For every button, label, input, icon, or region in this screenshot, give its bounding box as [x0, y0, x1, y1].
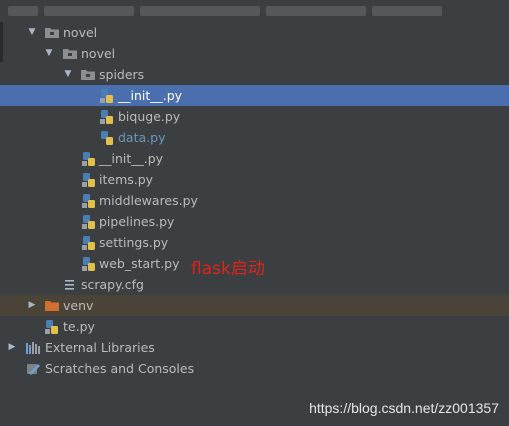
tree-item-venv[interactable]: ▶ venv: [0, 295, 509, 316]
chevron-right-icon[interactable]: ▶: [25, 295, 39, 316]
tree-item-items[interactable]: items.py: [0, 169, 509, 190]
library-icon: [26, 342, 40, 354]
tree-item-label: items.py: [99, 172, 154, 187]
python-file-icon: [82, 215, 95, 229]
tree-item-label: Scratches and Consoles: [45, 361, 195, 376]
tree-item-label: spiders: [99, 67, 145, 82]
chevron-down-icon[interactable]: ▼: [42, 43, 56, 64]
scratches-icon: [27, 364, 40, 375]
python-file-icon: [82, 173, 95, 187]
tree-item-label: te.py: [63, 319, 95, 334]
chevron-down-icon[interactable]: ▼: [61, 64, 75, 85]
blurred-header-segment: [140, 6, 260, 16]
tree-item-label: data.py: [118, 130, 166, 145]
chevron-down-icon[interactable]: ▼: [25, 22, 39, 43]
blurred-header-segment: [266, 6, 366, 16]
python-file-icon: [100, 89, 113, 103]
tree-item-te[interactable]: te.py: [0, 316, 509, 337]
config-file-icon: [65, 280, 74, 290]
tree-item-label: novel: [63, 25, 98, 40]
tree-item-external-libraries[interactable]: ▶ External Libraries: [0, 337, 509, 358]
tree-item-label: scrapy.cfg: [81, 277, 144, 292]
tree-item-label: __init__.py: [118, 88, 183, 103]
python-file-icon: [82, 152, 95, 166]
tree-item-label: settings.py: [99, 235, 169, 250]
project-tree: ▼ novel ▼ novel ▼ spiders __init__.py bi…: [0, 22, 509, 379]
tree-item-spiders-init[interactable]: __init__.py: [0, 85, 509, 106]
tree-item-label: __init__.py: [99, 151, 164, 166]
chevron-right-icon[interactable]: ▶: [5, 337, 19, 358]
blurred-header-segment: [8, 6, 38, 16]
tree-item-label: pipelines.py: [99, 214, 175, 229]
tree-item-novel-package[interactable]: ▼ novel: [0, 43, 509, 64]
excluded-folder-icon: [45, 301, 59, 311]
python-file-icon: [45, 320, 58, 334]
tree-item-label: biquge.py: [118, 109, 181, 124]
tree-item-scratches[interactable]: Scratches and Consoles: [0, 358, 509, 379]
blurred-header: [0, 0, 509, 22]
watermark: https://blog.csdn.net/zz001357: [309, 400, 499, 416]
tree-item-biquge[interactable]: biquge.py: [0, 106, 509, 127]
blurred-header-segment: [372, 6, 442, 16]
tree-item-novel-init[interactable]: __init__.py: [0, 148, 509, 169]
tree-item-middlewares[interactable]: middlewares.py: [0, 190, 509, 211]
tree-item-label: novel: [81, 46, 116, 61]
annotation-text: flask启动: [191, 259, 265, 279]
tree-item-label: venv: [63, 298, 94, 313]
tree-item-settings[interactable]: settings.py: [0, 232, 509, 253]
tree-item-label: External Libraries: [45, 340, 155, 355]
package-icon: [63, 49, 77, 59]
tree-item-label: middlewares.py: [99, 193, 198, 208]
python-file-icon: [101, 131, 113, 145]
python-file-icon: [82, 236, 95, 250]
blurred-header-segment: [44, 6, 134, 16]
tree-item-novel-root[interactable]: ▼ novel: [0, 22, 509, 43]
package-icon: [81, 70, 95, 80]
tree-item-pipelines[interactable]: pipelines.py: [0, 211, 509, 232]
tree-item-spiders[interactable]: ▼ spiders: [0, 64, 509, 85]
folder-icon: [45, 28, 59, 38]
python-file-icon: [82, 257, 95, 271]
tree-item-data[interactable]: data.py: [0, 127, 509, 148]
python-file-icon: [100, 110, 113, 124]
tree-item-label: web_start.py: [99, 256, 180, 271]
python-file-icon: [82, 194, 95, 208]
